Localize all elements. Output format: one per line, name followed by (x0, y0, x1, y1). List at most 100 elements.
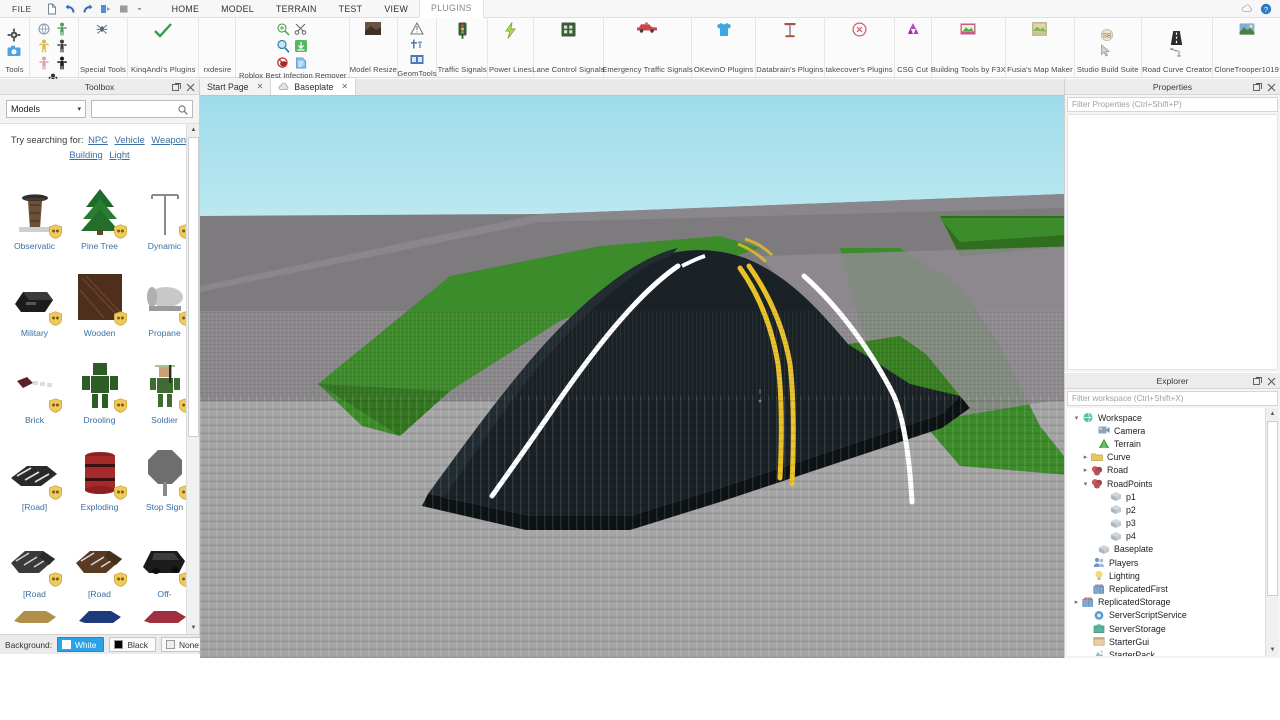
stop-icon[interactable] (118, 3, 130, 15)
tree-item-terrain[interactable]: Terrain (1069, 437, 1278, 450)
build-suite-icon[interactable]: SB (1100, 28, 1115, 43)
background-white-button[interactable]: White (57, 637, 105, 652)
toolbox-asset[interactable] (2, 601, 67, 629)
tree-item-serverstorage[interactable]: ServerStorage (1069, 622, 1278, 635)
anim-globe-icon[interactable] (37, 22, 52, 37)
road-curve-tool-icon[interactable] (1169, 46, 1184, 57)
tree-item-replicatedfirst[interactable]: ReplicatedFirst (1069, 582, 1278, 595)
scroll-down-icon[interactable]: ▼ (1266, 644, 1278, 656)
ribbon-group-csg-cut[interactable]: CSG Cut (895, 18, 932, 77)
toolbox-asset[interactable]: Pine Tree (67, 166, 132, 253)
ribbon-group-databrain[interactable]: Databrain's Plugins (756, 18, 825, 77)
road-curve-icon[interactable] (1169, 30, 1184, 46)
close-icon[interactable] (1267, 377, 1276, 386)
anim-person-green-icon[interactable] (55, 22, 70, 37)
tree-item-p2[interactable]: p2 (1069, 503, 1278, 516)
chevron-right-icon[interactable]: ▸ (1080, 466, 1091, 474)
anim-person-gold-icon[interactable] (37, 39, 52, 54)
ribbon-group-okevino[interactable]: OKevinO Plugins (692, 18, 757, 77)
tree-item-baseplate[interactable]: Baseplate (1069, 543, 1278, 556)
file-menu-button[interactable]: FILE (0, 4, 42, 14)
tree-item-startergui[interactable]: StarterGui (1069, 635, 1278, 648)
new-document-icon[interactable] (46, 3, 58, 15)
map-maker-icon[interactable] (1032, 22, 1048, 36)
ribbon-group-traffic-signals[interactable]: Traffic Signals (437, 18, 488, 77)
ribbon-group-takecover[interactable]: takecover's Plugins (825, 18, 895, 77)
f3x-icon[interactable] (960, 22, 976, 36)
explorer-scroll-thumb[interactable] (1267, 421, 1278, 596)
tab-plugins[interactable]: PLUGINS (419, 0, 484, 18)
undock-icon[interactable] (172, 82, 181, 92)
ribbon-group-animations[interactable]: Animations (30, 18, 79, 97)
3d-viewport[interactable]: Avg. length = 27.1 Length goal = 20 Poin… (200, 96, 1064, 658)
help-icon[interactable]: ? (1260, 3, 1272, 15)
suggestion-vehicle[interactable]: Vehicle (115, 134, 145, 145)
toolbox-asset[interactable]: Military (2, 253, 67, 340)
chevron-down-icon[interactable]: ▾ (1080, 480, 1091, 488)
tab-model[interactable]: MODEL (210, 0, 265, 18)
tree-item-roadpoints[interactable]: ▾ RoadPoints (1069, 477, 1278, 490)
ribbon-group-special-tools[interactable]: Special Tools (79, 18, 128, 77)
circle-x-icon[interactable] (852, 22, 867, 37)
lightning-icon[interactable] (504, 22, 517, 39)
toolbox-asset[interactable]: [Road (67, 514, 132, 601)
ribbon-group-studio-build-suite[interactable]: SB Studio Build Suite (1075, 18, 1142, 77)
explorer-tree[interactable]: ▾ Workspace Camera Terrain ▸ Curve ▸ Roa… (1067, 408, 1278, 656)
toolbox-search-input[interactable] (91, 100, 193, 118)
toolbox-asset[interactable]: Drooling (67, 340, 132, 427)
toolbox-asset[interactable]: Brick (2, 340, 67, 427)
landscape-icon[interactable] (1239, 22, 1255, 36)
ribbon-group-kinqandi[interactable]: KinqAndi's Plugins (128, 18, 200, 77)
ribbon-group-tools[interactable]: Tools (0, 18, 30, 77)
ribbon-group-emergency-signals[interactable]: Emergency Traffic Signals (602, 18, 693, 77)
toolbox-category-select[interactable]: Models ▾ (6, 100, 86, 118)
tree-item-players[interactable]: Players (1069, 556, 1278, 569)
table-lamp-icon[interactable] (783, 22, 797, 38)
spider-icon[interactable] (95, 22, 110, 37)
tree-item-p4[interactable]: p4 (1069, 530, 1278, 543)
cursor-icon[interactable] (1100, 44, 1115, 59)
chevron-right-icon[interactable]: ▸ (1080, 453, 1091, 461)
emergency-vehicle-icon[interactable] (636, 22, 658, 34)
properties-filter-input[interactable]: Filter Properties (Ctrl+Shift+P) (1067, 97, 1278, 112)
explorer-filter-input[interactable]: Filter workspace (Ctrl+Shift+X) (1067, 391, 1278, 406)
tree-item-starterpack[interactable]: StarterPack (1069, 648, 1278, 656)
chevron-right-icon[interactable]: ▸ (1071, 598, 1082, 606)
toolbox-asset[interactable]: [Road] (2, 427, 67, 514)
explorer-scrollbar[interactable]: ▲ ▼ (1265, 408, 1278, 656)
scissors-icon[interactable] (294, 22, 309, 37)
geom-tool-icon[interactable] (410, 38, 425, 53)
undock-icon[interactable] (1253, 376, 1262, 386)
toolbox-asset[interactable]: Observatic (2, 166, 67, 253)
background-black-button[interactable]: Black (109, 637, 156, 652)
suggestion-weapon[interactable]: Weapon (151, 134, 186, 145)
undo-icon[interactable] (64, 3, 76, 15)
camera-icon[interactable] (7, 45, 22, 60)
blue-doc-icon[interactable] (294, 56, 309, 71)
tree-item-workspace[interactable]: ▾ Workspace (1069, 411, 1278, 424)
csg-cut-icon[interactable] (905, 22, 921, 35)
tree-item-road[interactable]: ▸ Road (1069, 464, 1278, 477)
chevron-down-icon[interactable]: ▾ (1071, 414, 1082, 422)
resize-thumb-icon[interactable] (365, 22, 382, 35)
tab-terrain[interactable]: TERRAIN (265, 0, 328, 18)
suggestion-light[interactable]: Light (109, 149, 129, 160)
magnifier-icon[interactable] (276, 39, 291, 54)
zoom-in-icon[interactable] (276, 22, 291, 37)
undock-icon[interactable] (1253, 82, 1262, 92)
close-icon[interactable] (186, 83, 195, 92)
toolbox-asset[interactable] (67, 601, 132, 629)
tab-start-page[interactable]: Start Page ✕ (200, 78, 272, 95)
ribbon-group-power-lines[interactable]: Power Lines (488, 18, 534, 77)
tab-baseplate[interactable]: Baseplate ✕ (271, 78, 357, 95)
tree-item-replicatedstorage[interactable]: ▸ ReplicatedStorage (1069, 596, 1278, 609)
gear-dark-icon[interactable] (7, 28, 22, 43)
geom-blue-icon[interactable] (410, 54, 425, 69)
tab-home[interactable]: HOME (161, 0, 211, 18)
ribbon-group-clonetrooper1019[interactable]: CloneTrooper1019 (1213, 18, 1280, 77)
close-icon[interactable] (1267, 83, 1276, 92)
toolbox-scrollbar[interactable]: ▲ ▼ (186, 124, 199, 634)
blue-shirt-icon[interactable] (716, 22, 732, 37)
toolbox-asset[interactable]: Exploding (67, 427, 132, 514)
toolbox-scroll-thumb[interactable] (188, 137, 199, 437)
